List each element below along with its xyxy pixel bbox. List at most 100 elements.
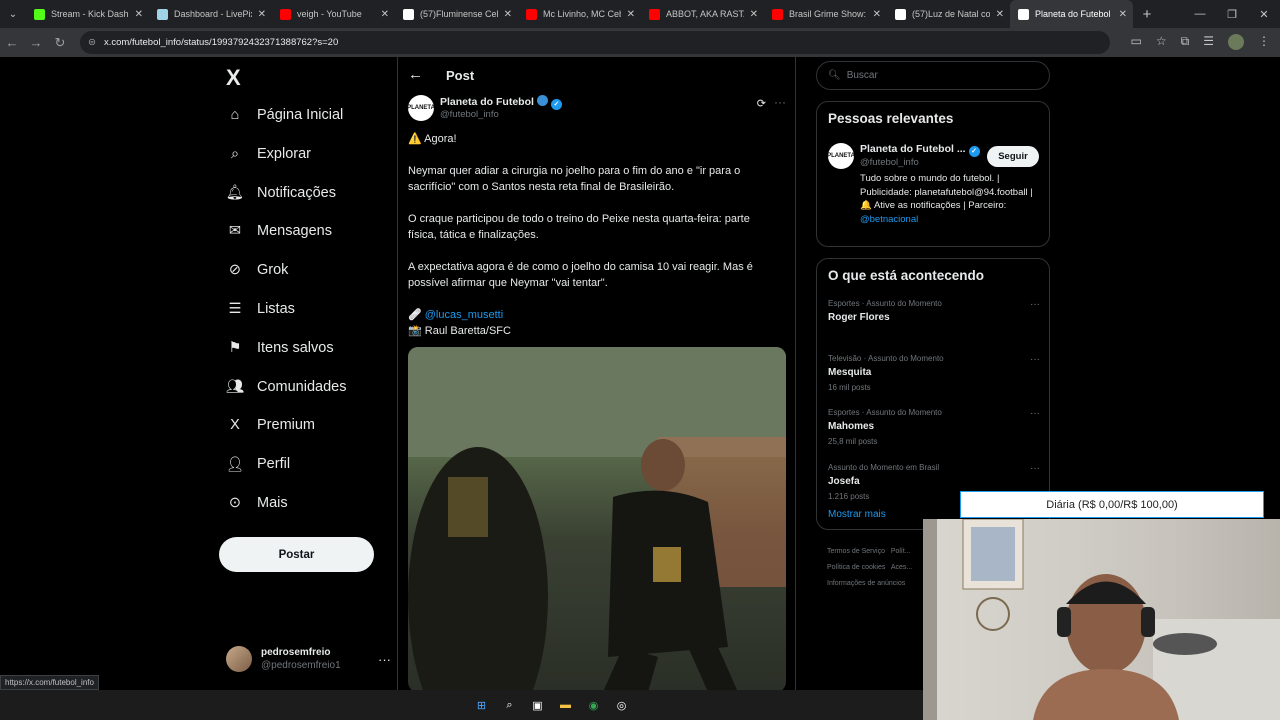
tiktok-icon [403,8,414,20]
tab-search-icon[interactable]: ⌄ [0,0,26,28]
webcam-feed [923,519,1280,720]
close-tab-icon[interactable]: ✕ [996,9,1004,20]
nav-item-p-gina-inicial[interactable]: ⌂ Página Inicial [226,97,344,133]
more-icon[interactable]: ··· [1030,408,1040,419]
browser-tab[interactable]: Brasil Grime Show: D... ✕ [764,0,887,28]
forward-icon[interactable]: → [24,35,48,50]
site-info-icon[interactable]: ⊜ [88,37,96,48]
close-window-icon[interactable]: ✕ [1248,0,1280,28]
nav-item-listas[interactable]: ☰ Listas [226,291,295,327]
search-icon: ⌕ [230,145,240,162]
chrome-icon[interactable]: ◉ [585,696,603,714]
browser-tab[interactable]: (57)Fluminense Celeb... ✕ [395,0,518,28]
follow-button[interactable]: Seguir [987,146,1039,167]
nav-item-perfil[interactable]: 👤︎ Perfil [226,446,290,482]
browser-profile-avatar[interactable] [1228,34,1244,50]
close-tab-icon[interactable]: ✕ [381,9,389,20]
browser-tab[interactable]: veigh - YouTube ✕ [272,0,395,28]
account-switcher[interactable]: pedrosemfreio @pedrosemfreio1 ··· [226,642,391,676]
trend-count: 16 mil posts [828,382,871,392]
trend-item[interactable]: Esportes · Assunto do Momento Mahomes 25,8… [828,408,1040,446]
tab-title: veigh - YouTube [297,9,362,19]
nav-item-mais[interactable]: ⊙ Mais [226,485,288,521]
nav-item-explorar[interactable]: ⌕ Explorar [226,136,311,172]
bookmark-star-icon[interactable]: ☆ [1156,34,1167,50]
avatar[interactable]: PLANETA [827,143,855,169]
donation-goal-overlay: Diária (R$ 0,00/R$ 100,00) [960,491,1264,518]
cast-icon[interactable]: ▭ [1131,34,1142,50]
back-arrow-icon[interactable]: ← [408,66,423,83]
footer-link[interactable]: Aces... [891,564,912,571]
obs-icon[interactable]: ◎ [613,696,631,714]
nav-label: Mensagens [257,223,332,240]
file-explorer-icon[interactable]: ▬ [557,696,575,714]
nav-item-grok[interactable]: ⊘ Grok [226,252,289,288]
more-icon[interactable]: ··· [1030,463,1040,474]
extensions-icon[interactable]: ⧉ [1181,34,1190,50]
browser-tab[interactable]: Mc Livinho, MC Cebe... ✕ [518,0,641,28]
reload-icon[interactable]: ↻ [48,35,72,51]
trend-item[interactable]: Televisão · Assunto do Momento Mesquita 16… [828,354,1040,392]
close-tab-icon[interactable]: ✕ [627,9,635,20]
tab-list-icon[interactable]: ☰ [1203,34,1214,50]
mention-link[interactable]: @lucas_musetti [425,309,503,321]
author-avatar[interactable]: PLANETA [407,95,435,121]
close-tab-icon[interactable]: ✕ [504,9,512,20]
browser-menu-icon[interactable]: ⋮ [1258,34,1270,50]
nav-item-itens-salvos[interactable]: ⚑ Itens salvos [226,330,334,366]
close-tab-icon[interactable]: ✕ [135,9,143,20]
back-icon[interactable]: ← [0,35,24,50]
trend-category: Esportes · Assunto do Momento [828,299,942,308]
footer-link[interactable]: Polít... [891,548,911,555]
nav-item-mensagens[interactable]: ✉ Mensagens [226,213,332,249]
new-tab-button[interactable]: + [1133,6,1161,23]
page-title: Post [446,68,475,83]
browser-tab[interactable]: Dashboard - LivePix ✕ [149,0,272,28]
grok-icon[interactable]: ⟳ [757,97,766,110]
x-logo[interactable]: X [226,65,241,91]
more-icon[interactable]: ··· [378,652,391,667]
more-icon[interactable]: ··· [1030,299,1040,310]
close-tab-icon[interactable]: ✕ [258,9,266,20]
mention-link[interactable]: @betnacional [860,214,918,225]
list-icon: ☰ [228,301,242,317]
footer-link[interactable]: Termos de Serviço [827,548,885,555]
trend-item[interactable]: Esportes · Assunto do Momento Roger Flore… [828,299,1040,323]
close-tab-icon[interactable]: ✕ [873,9,881,20]
task-view-icon[interactable]: ▣ [529,696,547,714]
footer-link[interactable]: Informações de anúncios [827,580,905,587]
verified-icon: ✓ [550,99,562,110]
windows-start-icon[interactable]: ⊞ [473,696,491,714]
post-button[interactable]: Postar [219,537,374,572]
nav-item-comunidades[interactable]: 👥︎ Comunidades [226,369,347,405]
minimize-icon[interactable]: — [1184,0,1216,28]
browser-tab[interactable]: Planeta do Futebol ✕ [1010,0,1133,28]
browser-tab[interactable]: (57)Luz de Natal com... ✕ [887,0,1010,28]
show-more-link[interactable]: Mostrar mais [828,509,886,520]
tab-title: Brasil Grime Show: D... [789,9,867,19]
browser-tab[interactable]: Stream - Kick Dashboard ✕ [26,0,149,28]
relevant-bio: Tudo sobre o mundo do futebol. | Publici… [860,172,1040,226]
footer-link[interactable]: Política de cookies [827,564,885,571]
more-icon[interactable]: ··· [774,95,786,109]
browser-tab[interactable]: ABBOT, AKA RASTA... ✕ [641,0,764,28]
nav-item-premium[interactable]: X Premium [226,407,315,443]
relevant-name-row[interactable]: Planeta do Futebol ... ✓ [860,143,980,157]
bandage-emoji: 🩹 [408,309,425,321]
nav-label: Notificações [257,184,336,201]
address-bar[interactable]: ⊜ x.com/futebol_info/status/199379243237… [80,31,1110,54]
author-handle[interactable]: @futebol_info [440,109,499,120]
author-name-row[interactable]: Planeta do Futebol ✓ [440,95,562,110]
post-image[interactable] [408,347,786,690]
search-input[interactable]: 🔍︎ Buscar [816,61,1050,90]
tab-title: (57)Fluminense Celeb... [420,9,498,19]
more-icon[interactable]: ··· [1030,354,1040,365]
restore-icon[interactable]: ❐ [1216,0,1248,28]
nav-label: Listas [257,301,295,317]
tab-title: Planeta do Futebol [1035,9,1111,19]
close-tab-icon[interactable]: ✕ [750,9,758,20]
trend-category: Esportes · Assunto do Momento [828,408,942,417]
nav-item-notifica-es[interactable]: 🔔︎ Notificações [226,175,336,211]
close-tab-icon[interactable]: ✕ [1119,9,1127,20]
search-icon[interactable]: ⌕ [501,696,519,714]
